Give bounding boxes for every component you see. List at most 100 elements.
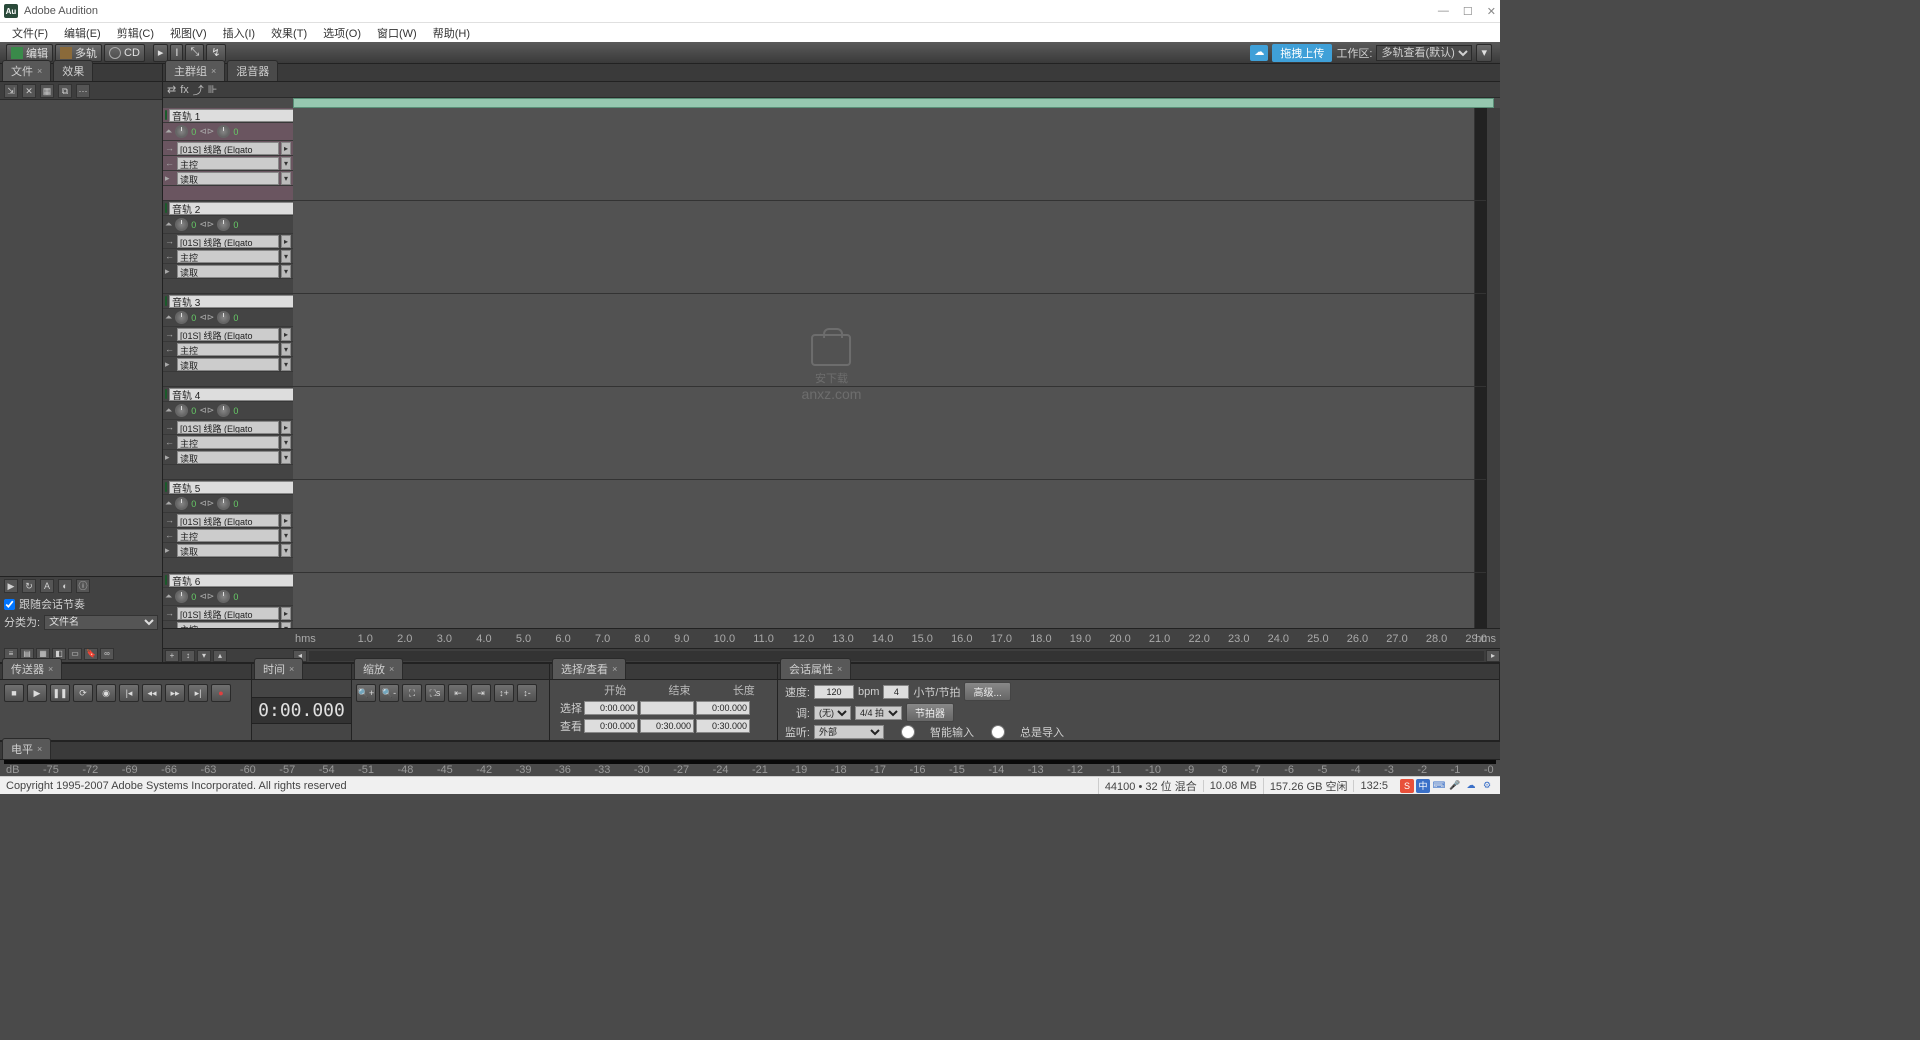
- close-button[interactable]: ✕: [1487, 5, 1496, 18]
- track-automation-select[interactable]: 读取: [177, 172, 279, 185]
- hscroll-right-button[interactable]: ▸: [1486, 650, 1500, 662]
- tray-settings-icon[interactable]: ⚙: [1480, 779, 1494, 793]
- track-name-input[interactable]: [169, 388, 307, 401]
- track-lane-3[interactable]: [293, 294, 1474, 386]
- track-name-input[interactable]: [169, 202, 307, 215]
- track-automation-select[interactable]: 读取: [177, 544, 279, 557]
- maximize-button[interactable]: ☐: [1463, 5, 1473, 18]
- track-input-select[interactable]: [01S] 线路 (Elgato: [177, 235, 279, 248]
- track-fx-icon[interactable]: fx: [180, 84, 189, 96]
- track-input-select[interactable]: [01S] 线路 (Elgato: [177, 142, 279, 155]
- menu-剪辑(C)[interactable]: 剪辑(C): [109, 23, 162, 43]
- lb-loop-icon[interactable]: ↻: [22, 579, 36, 593]
- tray-cloud-icon[interactable]: ☁: [1464, 779, 1478, 793]
- track-send-icon[interactable]: ⤴: [193, 82, 204, 98]
- volume-knob[interactable]: [175, 311, 188, 324]
- view-marker-icon[interactable]: 🔖: [84, 648, 98, 660]
- view-preview-icon[interactable]: ▭: [68, 648, 82, 660]
- bars-input[interactable]: [883, 685, 909, 699]
- menu-编辑(E)[interactable]: 编辑(E): [56, 23, 109, 43]
- tab-zoom[interactable]: 缩放×: [354, 658, 403, 679]
- play-spectral-button[interactable]: ◉: [96, 684, 116, 702]
- track-header-4[interactable]: MSR ⏶0 ⊲⊳0 →[01S] 线路 (Elgato▸ ←主控▾ ▸读取▾: [163, 387, 293, 479]
- lb-info-icon[interactable]: ⓘ: [76, 579, 90, 593]
- track-io-icon[interactable]: ⇄: [167, 83, 176, 96]
- play-loop-button[interactable]: ⟳: [73, 684, 93, 702]
- file-list[interactable]: [0, 100, 162, 576]
- volume-knob[interactable]: [175, 590, 188, 603]
- track-power-icon[interactable]: [165, 203, 167, 213]
- zoom-out-v-button[interactable]: ↕-: [517, 684, 537, 702]
- track-lane-1[interactable]: [293, 108, 1474, 200]
- track-automation-select[interactable]: 读取: [177, 451, 279, 464]
- track-output-select[interactable]: 主控: [177, 250, 279, 263]
- menu-插入(I)[interactable]: 插入(I): [215, 23, 263, 43]
- tray-ime-icon[interactable]: 中: [1416, 779, 1430, 793]
- tab-transport[interactable]: 传送器×: [2, 658, 62, 679]
- track-name-input[interactable]: [169, 295, 307, 308]
- file-insert-icon[interactable]: ⧉: [58, 84, 72, 98]
- zoom-full-button[interactable]: ⛶: [402, 684, 422, 702]
- tab-main-group[interactable]: 主群组×: [165, 60, 225, 81]
- file-close-icon[interactable]: ✕: [22, 84, 36, 98]
- track-output-select[interactable]: 主控: [177, 343, 279, 356]
- track-add-button[interactable]: +: [165, 650, 179, 662]
- minimize-button[interactable]: —: [1438, 5, 1449, 18]
- menu-效果(T)[interactable]: 效果(T): [263, 23, 315, 43]
- always-import-radio[interactable]: [978, 725, 1018, 739]
- track-header-6[interactable]: MSR ⏶0 ⊲⊳0 →[01S] 线路 (Elgato▸ ←主控▾ ▸读取▾: [163, 573, 293, 628]
- track-eq-icon[interactable]: ⊪: [208, 83, 218, 96]
- sel-length-input[interactable]: [696, 701, 750, 715]
- pan-knob[interactable]: [217, 497, 230, 510]
- pause-button[interactable]: ❚❚: [50, 684, 70, 702]
- follow-tempo-checkbox[interactable]: [4, 599, 15, 610]
- sel-end-input[interactable]: [640, 701, 694, 715]
- view-end-input[interactable]: [640, 719, 694, 733]
- time-ruler[interactable]: hms 1.02.03.04.05.06.07.08.09.010.011.01…: [163, 628, 1500, 648]
- track-power-icon[interactable]: [165, 296, 167, 306]
- volume-knob[interactable]: [175, 404, 188, 417]
- track-fit-button[interactable]: ↕: [181, 650, 195, 662]
- menu-窗口(W)[interactable]: 窗口(W): [369, 23, 425, 43]
- sel-begin-input[interactable]: [584, 701, 638, 715]
- tab-session[interactable]: 会话属性×: [780, 658, 851, 679]
- tool-select-button[interactable]: I: [170, 44, 183, 62]
- track-expand-button[interactable]: ▴: [213, 650, 227, 662]
- pan-knob[interactable]: [217, 311, 230, 324]
- lb-auto-icon[interactable]: A: [40, 579, 54, 593]
- track-collapse-button[interactable]: ▾: [197, 650, 211, 662]
- timecode-display[interactable]: 0:00.000: [251, 697, 352, 724]
- track-power-icon[interactable]: [165, 389, 167, 399]
- tab-mixer[interactable]: 混音器: [227, 60, 278, 81]
- mode-multitrack-button[interactable]: 多轨: [55, 44, 102, 62]
- file-import-icon[interactable]: ⇲: [4, 84, 18, 98]
- play-button[interactable]: ▶: [27, 684, 47, 702]
- lb-vol-icon[interactable]: ◐: [58, 579, 72, 593]
- zoom-out-h-button[interactable]: 🔍-: [379, 684, 399, 702]
- vscrollbar[interactable]: [1486, 108, 1500, 628]
- smart-input-radio[interactable]: [888, 725, 928, 739]
- tab-selview[interactable]: 选择/查看×: [552, 658, 626, 679]
- tab-level[interactable]: 电平×: [2, 738, 51, 759]
- pan-knob[interactable]: [217, 404, 230, 417]
- lb-play-icon[interactable]: ▶: [4, 579, 18, 593]
- track-header-5[interactable]: MSR ⏶0 ⊲⊳0 →[01S] 线路 (Elgato▸ ←主控▾ ▸读取▾: [163, 480, 293, 572]
- menu-帮助(H)[interactable]: 帮助(H): [425, 23, 478, 43]
- pan-knob[interactable]: [217, 125, 230, 138]
- cloud-icon[interactable]: ☁: [1250, 45, 1268, 61]
- track-name-input[interactable]: [169, 481, 307, 494]
- track-automation-select[interactable]: 读取: [177, 265, 279, 278]
- key-select[interactable]: (无): [814, 706, 851, 720]
- track-output-select[interactable]: 主控: [177, 157, 279, 170]
- track-lane-2[interactable]: [293, 201, 1474, 293]
- mode-edit-button[interactable]: 编辑: [6, 44, 53, 62]
- pan-knob[interactable]: [217, 590, 230, 603]
- stop-button[interactable]: ■: [4, 684, 24, 702]
- volume-knob[interactable]: [175, 218, 188, 231]
- track-header-2[interactable]: MSR ⏶0 ⊲⊳0 →[01S] 线路 (Elgato▸ ←主控▾ ▸读取▾: [163, 201, 293, 293]
- track-power-icon[interactable]: [165, 482, 167, 492]
- file-options-icon[interactable]: ⋯: [76, 84, 90, 98]
- track-output-select[interactable]: 主控: [177, 529, 279, 542]
- track-automation-select[interactable]: 读取: [177, 358, 279, 371]
- tool-move-button[interactable]: ▸: [153, 44, 169, 62]
